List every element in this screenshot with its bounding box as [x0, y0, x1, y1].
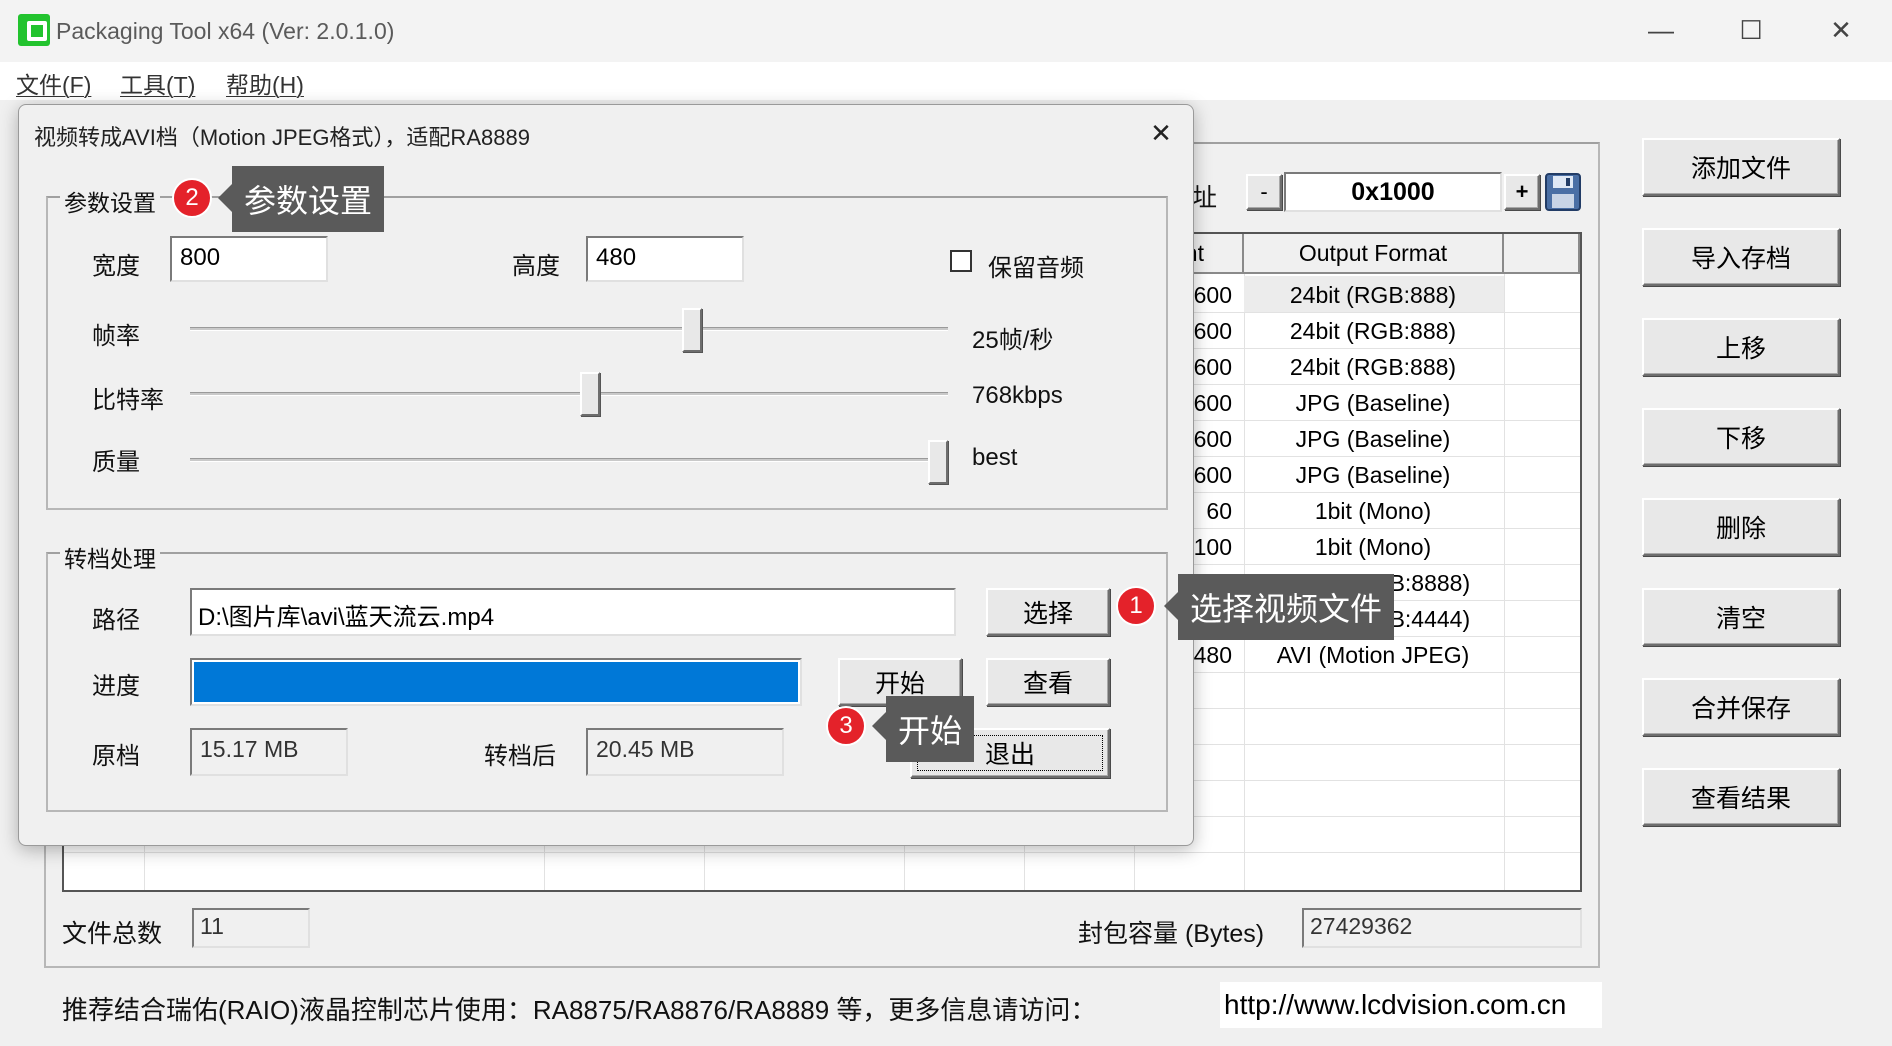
capacity-field: 27429362 [1302, 908, 1582, 948]
recommend-text: 推荐结合瑞佑(RAIO)液晶控制芯片使用：RA8875/RA8876/RA888… [62, 995, 1097, 1025]
table-cell-format: 1bit (Mono) [1314, 534, 1432, 560]
move-down-button[interactable]: 下移 [1642, 408, 1840, 466]
height-input[interactable]: 480 [586, 236, 744, 282]
fps-value: 25帧/秒 [972, 327, 1054, 354]
table-cell-format: JPG (Baseline) [1295, 462, 1451, 488]
view-button[interactable]: 查看 [986, 658, 1110, 706]
callout-badge-3: 3 [826, 706, 866, 746]
progress-bar [190, 658, 802, 706]
bitrate-slider-thumb[interactable] [580, 372, 600, 416]
move-up-button[interactable]: 上移 [1642, 318, 1840, 376]
delete-button[interactable]: 删除 [1642, 498, 1840, 556]
table-cell-format: AVI (Motion JPEG) [1276, 642, 1470, 668]
bitrate-slider-track [190, 392, 948, 396]
keep-audio-label: 保留音频 [988, 255, 1084, 282]
column-header-output-format[interactable]: Output Format [1244, 234, 1504, 274]
fps-slider-track [190, 327, 948, 331]
window-close-button[interactable]: ✕ [1806, 8, 1876, 52]
address-label: 址 [1192, 184, 1218, 212]
view-result-button[interactable]: 查看结果 [1642, 768, 1840, 826]
width-input[interactable]: 800 [170, 236, 328, 282]
window-title: Packaging Tool x64 (Ver: 2.0.1.0) [56, 18, 395, 44]
dialog-title: 视频转成AVI档（Motion JPEG格式），适配RA8889 [34, 125, 530, 150]
callout-badge-1: 1 [1116, 586, 1156, 626]
fps-label: 帧率 [92, 323, 140, 350]
quality-slider-thumb[interactable] [928, 440, 948, 484]
callout-tooltip-2: 参数设置 [232, 166, 385, 232]
table-cell-format: 24bit (RGB:888) [1289, 282, 1457, 308]
keep-audio-checkbox[interactable] [950, 250, 972, 272]
table-cell-format: 24bit (RGB:888) [1289, 354, 1457, 380]
select-file-button[interactable]: 选择 [986, 588, 1110, 636]
callout-badge-2: 2 [172, 178, 212, 218]
minimize-button[interactable]: — [1626, 8, 1696, 52]
callout-arrow-3 [872, 712, 886, 740]
path-input[interactable]: D:\图片库\avi\蓝天流云.mp4 [190, 588, 956, 636]
capacity-label: 封包容量 (Bytes) [1078, 920, 1265, 948]
import-archive-button[interactable]: 导入存档 [1642, 228, 1840, 286]
params-group-label: 参数设置 [60, 184, 160, 218]
table-cell-format: JPG (Baseline) [1295, 426, 1451, 452]
row-divider [64, 852, 1580, 853]
converted-size-label: 转档后 [484, 743, 556, 770]
callout-arrow-2 [218, 184, 232, 212]
address-input[interactable]: 0x1000 [1284, 172, 1502, 212]
table-cell-format: 24bit (RGB:888) [1289, 318, 1457, 344]
column-divider [1504, 274, 1505, 890]
progress-fill [194, 662, 798, 702]
menu-help[interactable]: 帮助(H) [226, 66, 304, 100]
convert-group-label: 转档处理 [60, 540, 160, 574]
bitrate-value: 768kbps [972, 382, 1063, 409]
website-link[interactable]: http://www.lcdvision.com.cn [1220, 982, 1602, 1028]
dialog-close-button[interactable]: ✕ [1140, 114, 1182, 152]
file-count-label: 文件总数 [62, 920, 163, 948]
maximize-button[interactable]: ☐ [1716, 8, 1786, 52]
quality-value: best [972, 444, 1018, 471]
bitrate-label: 比特率 [92, 387, 164, 414]
height-label: 高度 [512, 253, 560, 280]
save-disk-icon[interactable] [1544, 172, 1582, 212]
clear-button[interactable]: 清空 [1642, 588, 1840, 646]
file-count-field: 11 [192, 908, 310, 948]
table-cell-format: 1bit (Mono) [1314, 498, 1432, 524]
address-increment-button[interactable]: + [1504, 174, 1540, 210]
callout-tooltip-1: 选择视频文件 [1178, 574, 1395, 640]
merge-save-button[interactable]: 合并保存 [1642, 678, 1840, 736]
quality-label: 质量 [92, 449, 140, 476]
width-label: 宽度 [92, 253, 140, 280]
app-logo-icon [18, 14, 50, 46]
callout-tooltip-3: 开始 [886, 696, 975, 762]
column-header-empty [1504, 234, 1580, 274]
path-label: 路径 [92, 607, 140, 634]
menu-file[interactable]: 文件(F) [16, 66, 91, 100]
converted-size-field: 20.45 MB [586, 728, 784, 776]
original-size-field: 15.17 MB [190, 728, 348, 776]
table-cell-format: JPG (Baseline) [1295, 390, 1451, 416]
fps-slider-thumb[interactable] [682, 308, 702, 352]
address-decrement-button[interactable]: - [1246, 174, 1282, 210]
quality-slider-track [190, 458, 948, 462]
original-size-label: 原档 [92, 743, 140, 770]
callout-arrow-1 [1164, 592, 1178, 620]
add-file-button[interactable]: 添加文件 [1642, 138, 1840, 196]
menu-tools[interactable]: 工具(T) [120, 66, 195, 100]
progress-label: 进度 [92, 673, 140, 700]
